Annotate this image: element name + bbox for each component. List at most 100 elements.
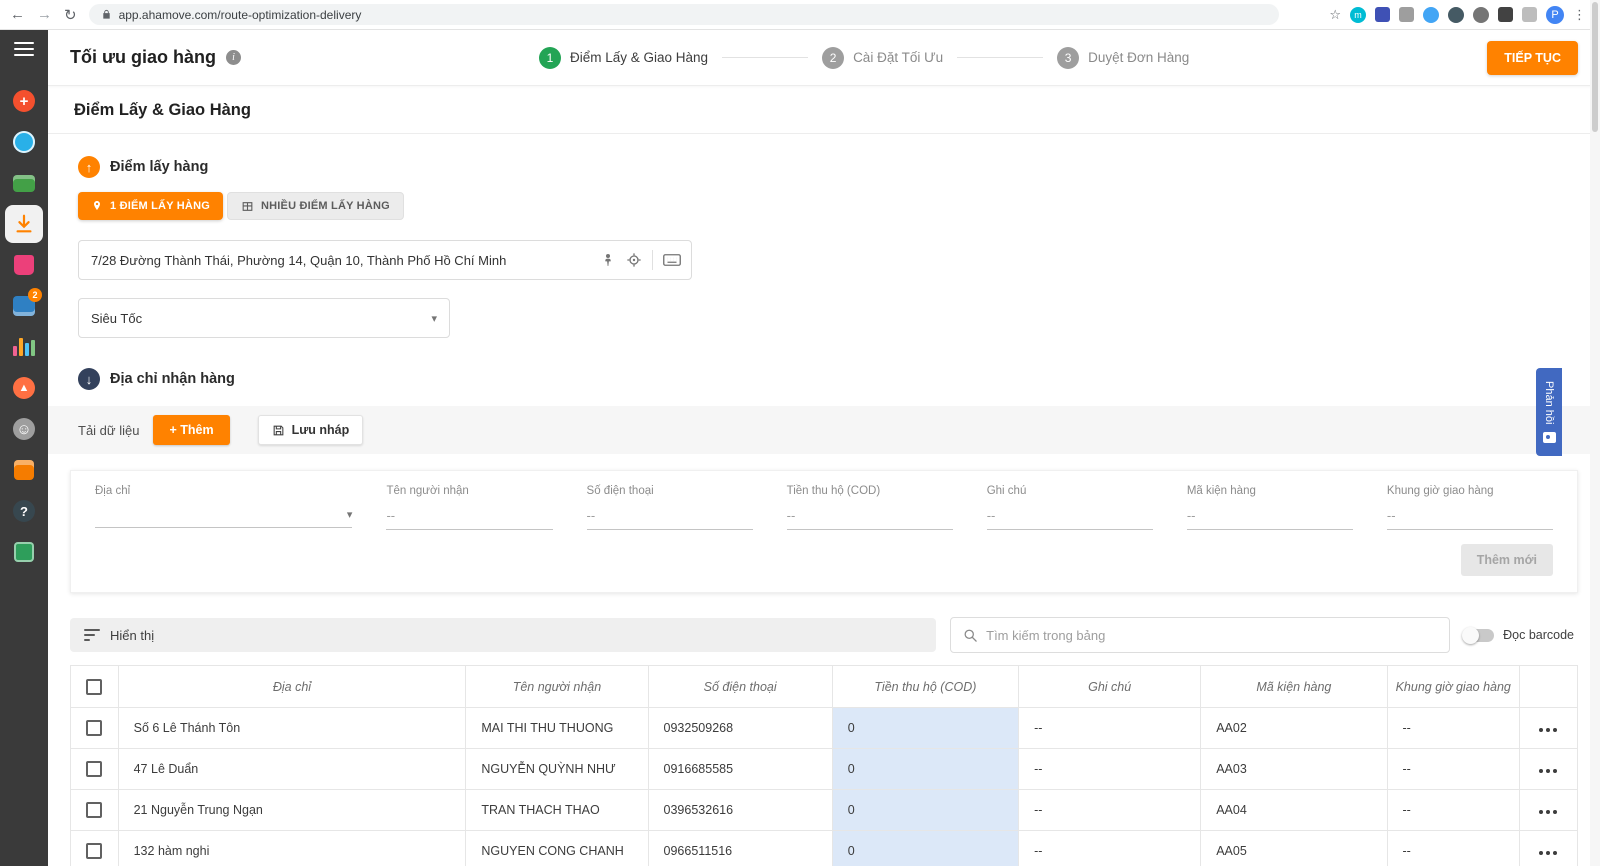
step-review-orders[interactable]: 3 Duyệt Đơn Hàng: [1057, 46, 1189, 69]
package-code-input[interactable]: --: [1186, 508, 1353, 530]
display-columns-button[interactable]: Hiển thị: [70, 618, 937, 652]
browser-menu-icon[interactable]: ⋮: [1573, 7, 1586, 23]
save-draft-button[interactable]: Lưu nháp: [257, 415, 364, 445]
scrollbar-thumb[interactable]: [1592, 2, 1598, 132]
cell-address[interactable]: Số 6 Lê Thánh Tôn: [117, 707, 467, 749]
cell-address[interactable]: 132 hàm nghi: [117, 830, 467, 866]
service-select[interactable]: Siêu Tốc ▾: [78, 298, 450, 338]
sidebar-item-wallet[interactable]: [5, 164, 43, 202]
sidebar-item-statistics[interactable]: [5, 328, 43, 366]
back-icon[interactable]: ←: [10, 6, 25, 23]
phone-input[interactable]: --: [586, 508, 753, 530]
download-extension-icon[interactable]: [1399, 7, 1414, 22]
row-checkbox[interactable]: [86, 843, 103, 859]
cell-recipient[interactable]: TRAN THACH THAO: [465, 789, 649, 831]
row-checkbox[interactable]: [86, 720, 103, 736]
extension-icon[interactable]: [1375, 7, 1390, 22]
continue-button[interactable]: TIẾP TỤC: [1487, 40, 1578, 75]
cell-time-window[interactable]: --: [1386, 707, 1520, 749]
time-window-input[interactable]: --: [1386, 508, 1553, 530]
row-checkbox[interactable]: [86, 802, 103, 818]
sidebar-item-community[interactable]: [5, 533, 43, 571]
cell-note[interactable]: --: [1018, 789, 1202, 831]
profile-avatar[interactable]: P: [1546, 5, 1564, 24]
sidebar-item-route-optimization[interactable]: [5, 205, 43, 243]
page-scrollbar[interactable]: [1590, 0, 1600, 866]
step-optimization-settings[interactable]: 2 Cài Đặt Tối Ưu: [822, 46, 943, 69]
cell-package-code[interactable]: AA02: [1200, 707, 1388, 749]
cell-time-window[interactable]: --: [1386, 830, 1520, 866]
tab-single-pickup[interactable]: 1 ĐIỂM LẤY HÀNG: [78, 192, 223, 220]
chat-extension-icon[interactable]: [1423, 6, 1439, 23]
cell-note[interactable]: --: [1018, 707, 1202, 749]
address-bar[interactable]: app.ahamove.com/route-optimization-deliv…: [88, 4, 1279, 25]
row-actions-icon[interactable]: [1535, 847, 1561, 859]
note-input[interactable]: --: [986, 508, 1153, 530]
cell-phone[interactable]: 0932509268: [647, 707, 833, 749]
cell-cod[interactable]: 0: [831, 830, 1020, 866]
notes-extension-icon[interactable]: [1522, 7, 1537, 22]
cell-address[interactable]: 21 Nguyễn Trung Ngạn: [117, 789, 467, 831]
cod-input[interactable]: --: [786, 508, 953, 530]
keyboard-icon[interactable]: [663, 253, 681, 267]
cell-recipient[interactable]: NGUYEN CONG CHANH: [465, 830, 649, 866]
menu-icon[interactable]: [14, 42, 34, 56]
select-all-checkbox[interactable]: [86, 678, 103, 695]
sidebar-item-create-order[interactable]: +: [5, 82, 43, 120]
column-header-note[interactable]: Ghi chú: [1018, 665, 1202, 708]
cell-cod[interactable]: 0: [831, 748, 1020, 790]
column-header-phone[interactable]: Số điện thoại: [647, 665, 833, 708]
extension-icon[interactable]: m: [1350, 6, 1366, 23]
sidebar-item-history[interactable]: [5, 123, 43, 161]
feedback-tab[interactable]: Phản hồi: [1536, 368, 1562, 456]
cell-phone[interactable]: 0396532616: [647, 789, 833, 831]
row-actions-icon[interactable]: [1535, 765, 1561, 777]
column-header-time-window[interactable]: Khung giờ giao hàng: [1386, 665, 1520, 708]
refresh-icon[interactable]: ↻: [64, 6, 77, 24]
table-search-input[interactable]: [986, 627, 1438, 643]
column-header-package-code[interactable]: Mã kiện hàng: [1200, 665, 1388, 708]
street-view-icon[interactable]: [600, 252, 616, 268]
cell-package-code[interactable]: AA04: [1200, 789, 1388, 831]
sidebar-item-contacts[interactable]: ☺: [5, 410, 43, 448]
cell-cod[interactable]: 0: [831, 707, 1020, 749]
cell-phone[interactable]: 0966511516: [647, 830, 833, 866]
tab-multiple-pickup[interactable]: NHIỀU ĐIỂM LẤY HÀNG: [226, 192, 404, 220]
cell-cod[interactable]: 0: [831, 789, 1020, 831]
pickup-address-input[interactable]: [79, 252, 600, 268]
row-actions-icon[interactable]: [1535, 724, 1561, 736]
sidebar-item-orders[interactable]: 2: [5, 287, 43, 325]
address-select[interactable]: ▾: [95, 508, 353, 528]
cell-note[interactable]: --: [1018, 830, 1202, 866]
cell-address[interactable]: 47 Lê Duẩn: [117, 748, 467, 790]
column-header-cod[interactable]: Tiền thu hộ (COD): [831, 665, 1020, 708]
row-checkbox[interactable]: [86, 761, 103, 777]
cell-recipient[interactable]: NGUYỄN QUỲNH NHƯ: [465, 748, 649, 790]
cell-phone[interactable]: 0916685585: [647, 748, 833, 790]
info-icon[interactable]: i: [226, 50, 242, 65]
column-header-address[interactable]: Địa chỉ: [117, 665, 467, 708]
row-actions-icon[interactable]: [1535, 806, 1561, 818]
recipient-name-input[interactable]: --: [386, 508, 553, 530]
sidebar-item-help[interactable]: ?: [5, 492, 43, 530]
cell-note[interactable]: --: [1018, 748, 1202, 790]
account-extension-icon[interactable]: [1473, 6, 1489, 23]
sidebar-item-store[interactable]: [5, 451, 43, 489]
shield-extension-icon[interactable]: [1448, 6, 1464, 23]
cell-package-code[interactable]: AA03: [1200, 748, 1388, 790]
puzzle-extension-icon[interactable]: [1498, 7, 1513, 22]
forward-icon[interactable]: →: [37, 6, 52, 23]
sidebar-item-promotions[interactable]: [5, 246, 43, 284]
cell-time-window[interactable]: --: [1386, 789, 1520, 831]
step-pickup-delivery[interactable]: 1 Điểm Lấy & Giao Hàng: [538, 46, 708, 69]
cell-time-window[interactable]: --: [1386, 748, 1520, 790]
locate-target-icon[interactable]: [626, 252, 642, 268]
add-new-button[interactable]: Thêm mới: [1460, 544, 1553, 576]
add-button[interactable]: + Thêm: [153, 415, 230, 445]
bookmark-star-icon[interactable]: ☆: [1329, 7, 1341, 23]
sidebar-item-referral[interactable]: ▲: [5, 369, 43, 407]
cell-package-code[interactable]: AA05: [1200, 830, 1388, 866]
column-header-recipient[interactable]: Tên người nhận: [465, 665, 649, 708]
barcode-toggle[interactable]: [1462, 626, 1495, 644]
cell-recipient[interactable]: MAI THI THU THUONG: [465, 707, 649, 749]
